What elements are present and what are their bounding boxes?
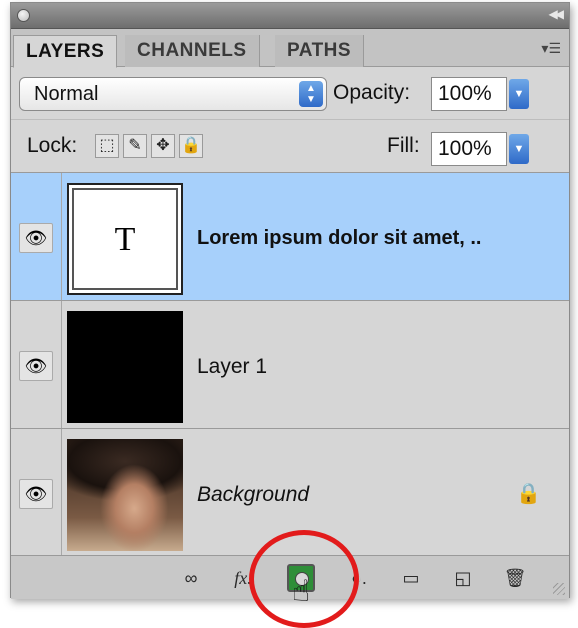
fill-field[interactable]: 100% <box>431 132 507 166</box>
opacity-label: Opacity: <box>333 81 411 104</box>
eye-icon[interactable]: 👁 <box>19 479 53 509</box>
layer1-thumbnail[interactable] <box>67 311 183 423</box>
lock-icon: 🔒 <box>516 483 541 505</box>
blend-mode-select[interactable]: Normal ▲ ▼ <box>19 77 327 111</box>
text-layer-thumbnail[interactable]: T <box>67 183 183 295</box>
layer-name-layer1[interactable]: Layer 1 <box>197 355 267 379</box>
layer-row-text[interactable]: 👁 T Lorem ipsum dolor sit amet, .. <box>11 173 569 301</box>
opacity-dropdown-icon[interactable]: ▼ <box>509 79 529 109</box>
layer-row-layer1[interactable]: 👁 Layer 1 <box>11 301 569 429</box>
new-layer-icon[interactable]: ◱ <box>449 564 477 592</box>
close-icon[interactable] <box>17 9 30 22</box>
panel-titlebar: ◀◀ <box>11 3 569 29</box>
background-thumbnail[interactable] <box>67 439 183 551</box>
row-divider <box>61 301 62 428</box>
lock-row: Lock: ⬚ ✎ ✥ 🔒 Fill: 100% ▼ <box>11 119 569 173</box>
layers-list: 👁 T Lorem ipsum dolor sit amet, .. 👁 Lay… <box>11 173 569 557</box>
row-divider <box>61 429 62 556</box>
resize-grip-icon[interactable] <box>553 583 565 595</box>
tab-channels[interactable]: CHANNELS <box>125 35 260 67</box>
panel-tabs: LAYERS CHANNELS PATHS ▾☰ <box>11 29 569 68</box>
eye-icon[interactable]: 👁 <box>19 351 53 381</box>
text-layer-thumb-glyph: T <box>114 221 136 258</box>
row-divider <box>61 173 62 300</box>
eye-icon[interactable]: 👁 <box>19 223 53 253</box>
select-arrows-icon: ▲ ▼ <box>299 81 323 107</box>
opacity-field[interactable]: 100% <box>431 77 507 111</box>
collapse-icon[interactable]: ◀◀ <box>549 7 565 21</box>
blend-row: Normal ▲ ▼ Opacity: 100% ▼ <box>11 67 569 119</box>
blend-mode-value: Normal <box>34 83 99 105</box>
layer-name-text[interactable]: Lorem ipsum dolor sit amet, .. <box>197 227 482 250</box>
layer-name-background[interactable]: Background <box>197 483 309 507</box>
tab-paths[interactable]: PATHS <box>275 35 365 67</box>
tab-layers[interactable]: LAYERS <box>13 35 118 68</box>
hand-cursor-icon: ☝ <box>292 575 311 608</box>
layers-panel: ◀◀ LAYERS CHANNELS PATHS ▾☰ Normal ▲ ▼ Op… <box>10 2 570 599</box>
fill-label: Fill: <box>387 134 420 157</box>
fill-dropdown-icon[interactable]: ▼ <box>509 134 529 164</box>
link-icon[interactable]: ∞ <box>177 564 205 592</box>
panel-menu-icon[interactable]: ▾☰ <box>541 40 561 57</box>
lock-position-icon[interactable]: ✥ <box>151 134 175 158</box>
trash-icon[interactable]: 🗑 <box>501 564 529 592</box>
lock-label: Lock: <box>27 134 78 157</box>
lock-transparent-pixels-icon[interactable]: ⬚ <box>95 134 119 158</box>
lock-image-pixels-icon[interactable]: ✎ <box>123 134 147 158</box>
folder-icon[interactable]: ▭ <box>397 564 425 592</box>
lock-all-icon[interactable]: 🔒 <box>179 134 203 158</box>
